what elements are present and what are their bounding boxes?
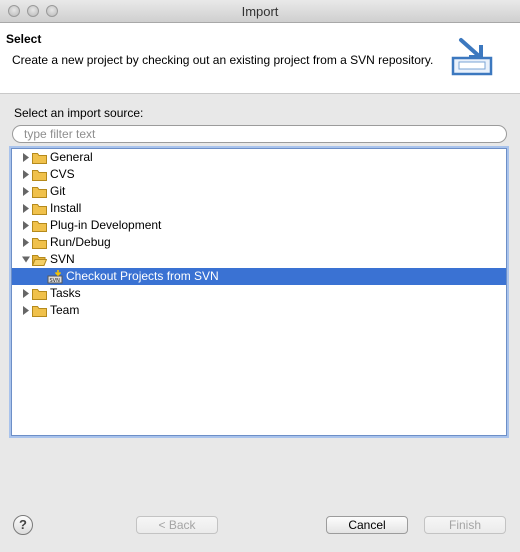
tree-item-checkout-projects-from-svn[interactable]: SVN Checkout Projects from SVN — [12, 268, 506, 285]
help-button[interactable]: ? — [13, 515, 33, 535]
tree-item-label: Team — [50, 303, 80, 317]
title-bar: Import — [0, 0, 520, 23]
wizard-header: Select Create a new project by checking … — [0, 23, 520, 94]
filter-input[interactable] — [12, 125, 507, 143]
expand-arrow-icon[interactable] — [21, 183, 31, 200]
tree-item-run-debug[interactable]: Run/Debug — [12, 234, 506, 251]
folder-icon — [32, 289, 47, 300]
tree-item-label: SVN — [50, 252, 75, 266]
tree-item-label: General — [50, 150, 93, 164]
expand-arrow-icon[interactable] — [21, 200, 31, 217]
window-title: Import — [241, 4, 279, 19]
folder-icon — [32, 238, 47, 249]
expand-arrow-icon[interactable] — [21, 149, 31, 166]
expand-arrow-icon[interactable] — [21, 234, 31, 251]
tree-item-cvs[interactable]: CVS — [12, 166, 506, 183]
open-folder-icon — [32, 255, 47, 266]
collapse-arrow-icon[interactable] — [21, 251, 31, 268]
page-title: Select — [6, 32, 42, 46]
folder-icon — [32, 170, 47, 181]
folder-icon — [32, 306, 47, 317]
tree-item-label: Git — [50, 184, 66, 198]
tree-item-team[interactable]: Team — [12, 302, 506, 319]
import-source-tree[interactable]: General CVS Git Install Plug-in Developm… — [11, 148, 507, 436]
folder-icon — [32, 153, 47, 164]
tree-item-label: Run/Debug — [50, 235, 111, 249]
folder-icon — [32, 187, 47, 198]
cancel-button[interactable]: Cancel — [326, 516, 408, 534]
tree-item-label: Install — [50, 201, 82, 215]
expand-arrow-icon[interactable] — [21, 217, 31, 234]
expand-arrow-icon[interactable] — [21, 285, 31, 302]
page-description: Create a new project by checking out an … — [12, 53, 434, 67]
tree-item-git[interactable]: Git — [12, 183, 506, 200]
tree-item-label: CVS — [50, 167, 75, 181]
import-source-label: Select an import source: — [14, 106, 144, 120]
folder-icon — [32, 221, 47, 232]
tree-item-install[interactable]: Install — [12, 200, 506, 217]
folder-icon — [32, 204, 47, 215]
tree-item-svn[interactable]: SVN — [12, 251, 506, 268]
svg-text:SVN: SVN — [50, 278, 61, 284]
expand-arrow-icon[interactable] — [21, 302, 31, 319]
back-button[interactable]: < Back — [136, 516, 218, 534]
tree-item-label: Checkout Projects from SVN — [66, 269, 219, 283]
expand-arrow-icon[interactable] — [21, 166, 31, 183]
tree-item-label: Plug-in Development — [50, 218, 162, 232]
tree-item-plugin-development[interactable]: Plug-in Development — [12, 217, 506, 234]
finish-button[interactable]: Finish — [424, 516, 506, 534]
svn-checkout-icon: SVN — [47, 270, 63, 284]
tree-item-tasks[interactable]: Tasks — [12, 285, 506, 302]
tree-item-label: Tasks — [50, 286, 81, 300]
import-wizard-icon — [451, 38, 493, 76]
tree-item-general[interactable]: General — [12, 149, 506, 166]
